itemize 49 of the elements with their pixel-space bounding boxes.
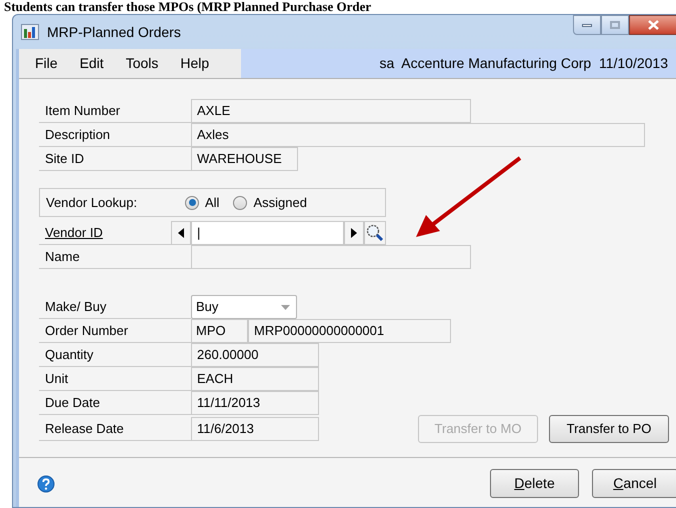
field-label: Release Date (39, 417, 191, 441)
minimize-button[interactable] (573, 15, 601, 35)
transfer-button[interactable]: Transfer to PO (549, 415, 669, 443)
field-value: WAREHOUSE (191, 147, 298, 171)
caret-icon (281, 304, 290, 310)
field-value: 11/11/2013 (191, 391, 319, 415)
dialog-button[interactable]: Cancel (592, 469, 676, 498)
field-label: Site ID (39, 147, 191, 171)
vendor-id-field[interactable]: | (191, 221, 344, 245)
radio-option[interactable]: All (185, 192, 220, 212)
user-info: sa Accenture Manufacturing Corp 11/10/2013 (380, 54, 669, 73)
field-label: Name (39, 245, 191, 269)
field-label: Unit (39, 367, 191, 391)
right-arrow-icon (351, 228, 357, 238)
field-value: AXLE (191, 99, 471, 123)
field-label: Due Date (39, 391, 191, 415)
magnifier-icon (366, 224, 384, 242)
field-value: MRP00000000000001 (248, 319, 451, 343)
close-icon (648, 20, 658, 30)
field-value: 260.00000 (191, 343, 319, 367)
app-icon (21, 24, 39, 40)
field-value: Axles (191, 123, 645, 147)
maximize-button[interactable] (601, 15, 629, 35)
radio-button[interactable] (233, 196, 248, 210)
document-text: Students can transfer those MPOs (MRP Planned Purchase Order (3, 0, 372, 14)
field-value: 11/6/2013 (191, 417, 319, 441)
field-label: Description (39, 123, 191, 147)
field-label: Order Number (39, 319, 191, 343)
window-title: MRP-Planned Orders (47, 22, 181, 42)
previous-button[interactable] (171, 221, 191, 245)
field-label: Item Number (39, 99, 191, 123)
menu-item[interactable]: Tools (126, 53, 158, 74)
field-value: MPO (191, 319, 248, 343)
dialog-button[interactable]: Delete (490, 469, 579, 498)
help-icon (37, 474, 55, 492)
field-value: EACH (191, 367, 319, 391)
radio-option[interactable]: Assigned (233, 192, 307, 212)
left-arrow-icon (178, 228, 184, 238)
field-label: Vendor Lookup: (45, 194, 138, 212)
radio-button[interactable] (185, 196, 199, 210)
menu-item[interactable]: Help (180, 53, 210, 74)
close-button[interactable] (629, 15, 676, 35)
menu-item[interactable]: File (35, 53, 58, 74)
menu-item[interactable]: Edit (80, 53, 104, 74)
lookup-button[interactable] (364, 221, 386, 245)
make-buy-dropdown[interactable]: Buy (191, 295, 297, 319)
next-button[interactable] (344, 221, 364, 245)
vendor-id-link[interactable]: Vendor ID (39, 221, 171, 245)
field-label: Quantity (39, 343, 191, 367)
